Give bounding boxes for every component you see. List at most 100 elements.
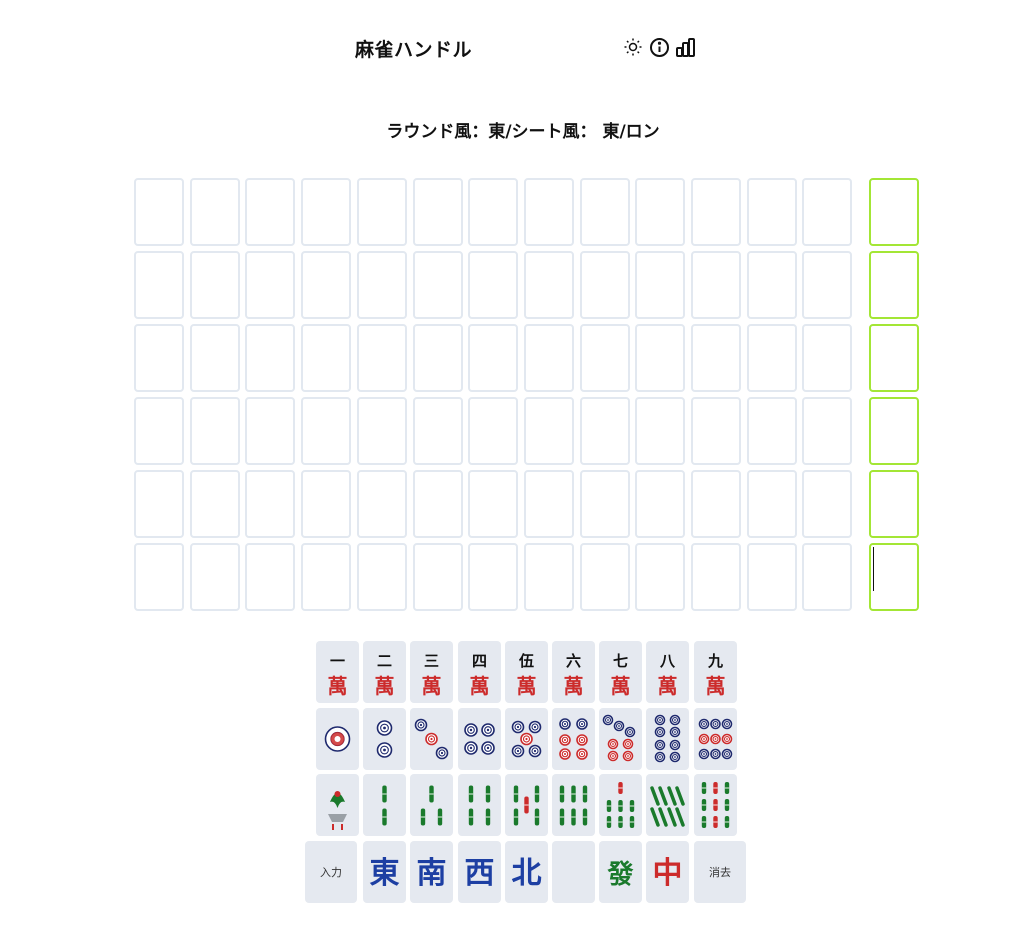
sou-7-tile-key[interactable] xyxy=(599,774,642,836)
svg-text:萬: 萬 xyxy=(564,674,584,698)
sou-4-tile-key[interactable] xyxy=(458,774,501,836)
svg-text:萬: 萬 xyxy=(470,674,490,698)
svg-text:東: 東 xyxy=(370,856,400,891)
tile-slot xyxy=(134,178,184,246)
man-6-tile-key[interactable]: 六萬 xyxy=(552,641,595,703)
man-2-tile-key[interactable]: 二萬 xyxy=(363,641,406,703)
tile-slot xyxy=(635,324,686,392)
tile-slot xyxy=(301,251,352,319)
stats-icon[interactable] xyxy=(674,35,696,59)
svg-text:伍: 伍 xyxy=(518,652,534,670)
pin-2-tile-key[interactable] xyxy=(363,708,406,770)
sou-6-tile-key[interactable] xyxy=(552,774,595,836)
man-7-tile-key[interactable]: 七萬 xyxy=(599,641,642,703)
tile-slot xyxy=(356,543,407,611)
east-tile-key[interactable]: 東 xyxy=(363,841,406,903)
tile-slot xyxy=(245,251,296,319)
man-8-tile-key[interactable]: 八萬 xyxy=(646,641,689,703)
tile-slot xyxy=(412,251,463,319)
tile-slot xyxy=(802,178,853,246)
tile-slot xyxy=(523,470,574,538)
winning-tile-slot xyxy=(869,470,920,538)
red-dragon-tile-key[interactable]: 中 xyxy=(646,841,689,903)
info-icon[interactable] xyxy=(648,35,670,59)
tile-slot xyxy=(802,543,853,611)
tile-slot xyxy=(134,397,184,465)
tile-slot xyxy=(189,178,240,246)
white-dragon-tile-key[interactable] xyxy=(552,841,595,903)
green-dragon-tile-key[interactable]: 發 xyxy=(599,841,642,903)
tile-slot xyxy=(468,397,519,465)
tile-slot xyxy=(579,470,630,538)
tile-slot xyxy=(356,470,407,538)
sou-8-tile-key[interactable] xyxy=(646,774,689,836)
tile-slot xyxy=(301,178,352,246)
sou-2-tile-key[interactable] xyxy=(363,774,406,836)
tile-slot xyxy=(189,470,240,538)
tile-slot xyxy=(468,178,519,246)
tile-slot xyxy=(691,178,741,246)
tile-slot xyxy=(468,324,519,392)
tile-slot xyxy=(189,324,240,392)
svg-text:萬: 萬 xyxy=(706,674,726,698)
tile-slot xyxy=(579,251,630,319)
tile-slot xyxy=(746,251,797,319)
pin-3-tile-key[interactable] xyxy=(410,708,453,770)
pin-9-tile-key[interactable] xyxy=(694,708,737,770)
tile-slot xyxy=(802,324,853,392)
svg-text:萬: 萬 xyxy=(422,674,442,698)
tile-slot xyxy=(356,324,407,392)
tile-slot xyxy=(468,543,519,611)
sou-5-tile-key[interactable] xyxy=(505,774,548,836)
tile-slot xyxy=(301,543,352,611)
pin-6-tile-key[interactable] xyxy=(552,708,595,770)
pin-8-tile-key[interactable] xyxy=(646,708,689,770)
pin-5-tile-key[interactable] xyxy=(505,708,548,770)
south-tile-key[interactable]: 南 xyxy=(410,841,453,903)
pin-7-tile-key[interactable] xyxy=(599,708,642,770)
svg-text:萬: 萬 xyxy=(328,674,348,698)
tile-slot xyxy=(579,324,630,392)
delete-button[interactable]: 消去 xyxy=(694,841,746,903)
svg-text:北: 北 xyxy=(512,856,542,891)
pin-4-tile-key[interactable] xyxy=(458,708,501,770)
winning-tile-slot xyxy=(869,543,920,611)
tile-slot xyxy=(134,470,184,538)
man-3-tile-key[interactable]: 三萬 xyxy=(410,641,453,703)
tile-slot xyxy=(356,178,407,246)
svg-text:萬: 萬 xyxy=(658,674,678,698)
tile-slot xyxy=(301,470,352,538)
sou-1-tile-key[interactable] xyxy=(316,774,359,836)
man-4-tile-key[interactable]: 四萬 xyxy=(458,641,501,703)
tile-slot xyxy=(746,543,797,611)
tile-slot xyxy=(134,543,184,611)
svg-text:九: 九 xyxy=(707,652,723,670)
svg-text:南: 南 xyxy=(417,856,447,891)
sou-3-tile-key[interactable] xyxy=(410,774,453,836)
man-1-tile-key[interactable]: 一萬 xyxy=(316,641,359,703)
man-9-tile-key[interactable]: 九萬 xyxy=(694,641,737,703)
tile-slot xyxy=(579,178,630,246)
pin-1-tile-key[interactable] xyxy=(316,708,359,770)
svg-text:三: 三 xyxy=(424,652,439,670)
svg-text:發: 發 xyxy=(606,860,634,890)
enter-button[interactable]: 入力 xyxy=(305,841,357,903)
tile-slot xyxy=(523,178,574,246)
tile-slot xyxy=(579,543,630,611)
west-tile-key[interactable]: 西 xyxy=(458,841,501,903)
tile-slot xyxy=(523,543,574,611)
sou-9-tile-key[interactable] xyxy=(694,774,737,836)
enter-button-label: 入力 xyxy=(320,866,342,879)
tile-slot xyxy=(134,251,184,319)
north-tile-key[interactable]: 北 xyxy=(505,841,548,903)
tile-slot xyxy=(245,397,296,465)
app-title: 麻雀ハンドル xyxy=(355,39,473,61)
svg-text:萬: 萬 xyxy=(611,674,631,698)
tile-slot xyxy=(635,543,686,611)
tile-slot xyxy=(691,543,741,611)
tile-slot xyxy=(691,470,741,538)
sun-icon[interactable] xyxy=(622,35,644,59)
man-5-tile-key[interactable]: 伍萬 xyxy=(505,641,548,703)
tile-slot xyxy=(691,324,741,392)
svg-text:八: 八 xyxy=(659,652,676,670)
